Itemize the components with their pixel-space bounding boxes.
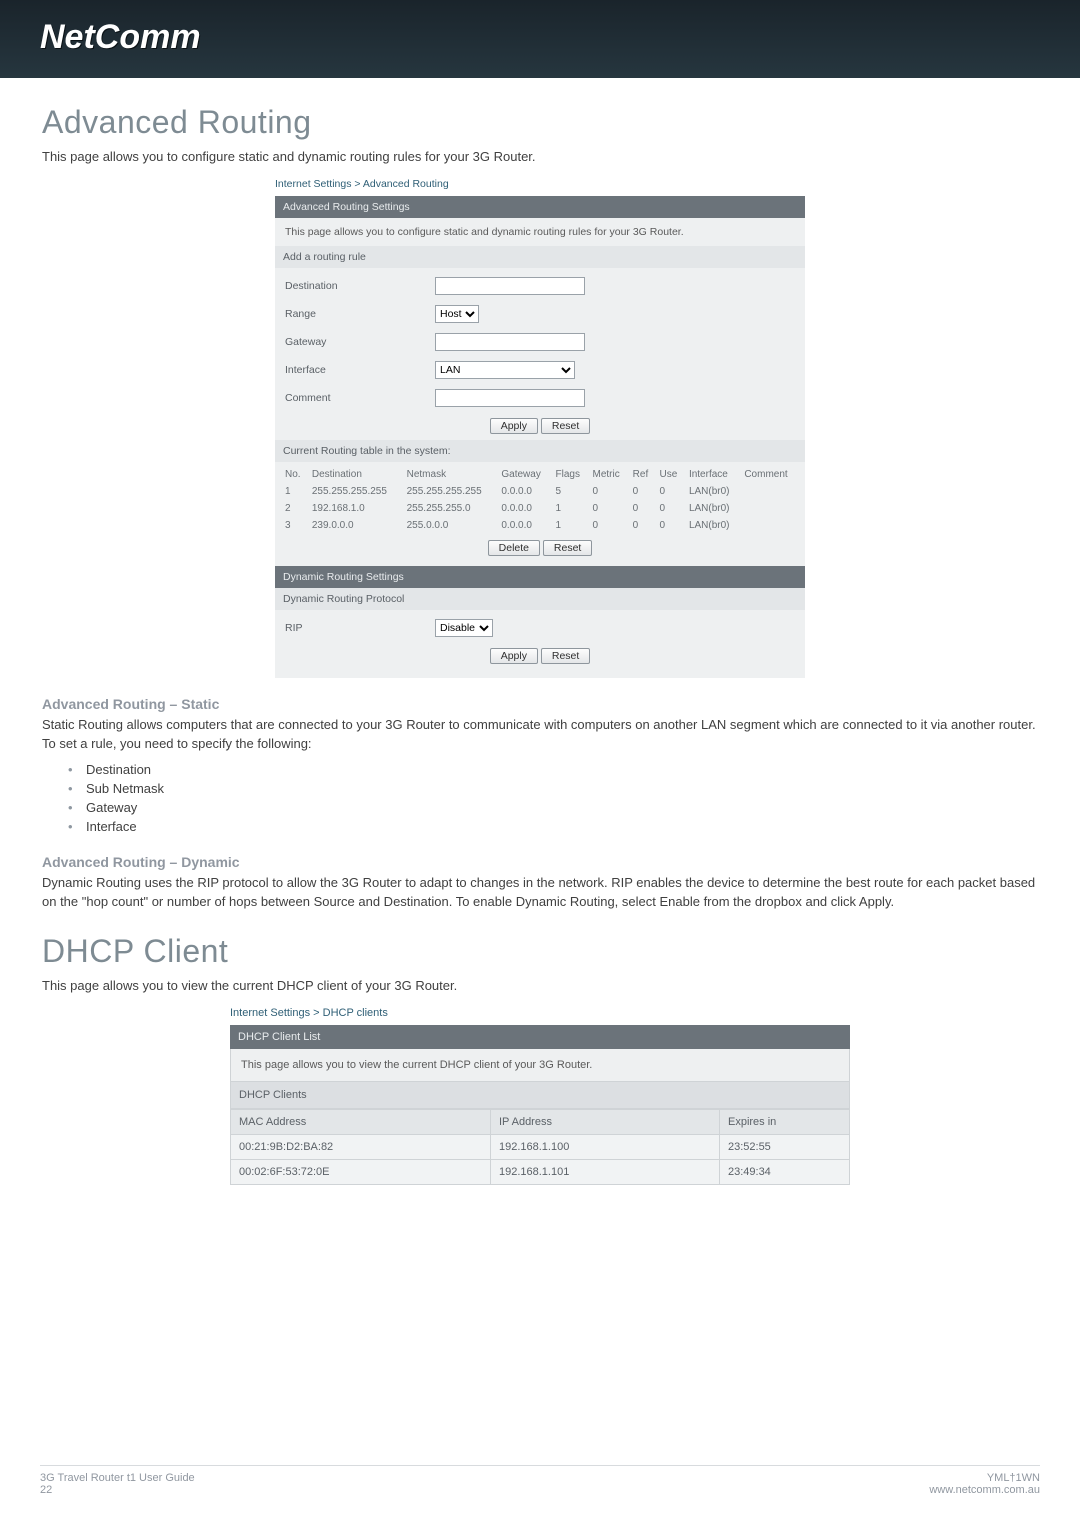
dynamic-protocol-label: Dynamic Routing Protocol: [275, 588, 805, 610]
table-row: 00:02:6F:53:72:0E 192.168.1.101 23:49:34: [231, 1160, 850, 1185]
brand-logo: NetComm: [40, 18, 1040, 57]
col-dest: Destination: [308, 466, 403, 483]
table-row: 3 239.0.0.0 255.0.0.0 0.0.0.0 1 0 0 0 LA…: [281, 517, 799, 534]
dhcp-bar: DHCP Client List: [230, 1025, 850, 1049]
comment-label: Comment: [285, 392, 435, 404]
col-no: No.: [281, 466, 308, 483]
add-rule-header: Add a routing rule: [275, 246, 805, 268]
table-row: 2 192.168.1.0 255.255.255.0 0.0.0.0 1 0 …: [281, 500, 799, 517]
apply-button[interactable]: Apply: [490, 418, 538, 434]
col-exp: Expires in: [719, 1110, 849, 1135]
col-gateway: Gateway: [497, 466, 551, 483]
reset-button-2[interactable]: Reset: [543, 540, 592, 556]
panel-description: This page allows you to configure static…: [275, 218, 805, 246]
col-netmask: Netmask: [403, 466, 498, 483]
list-item: Sub Netmask: [86, 779, 1038, 798]
breadcrumb: Internet Settings > Advanced Routing: [275, 178, 805, 190]
gateway-label: Gateway: [285, 336, 435, 348]
range-label: Range: [285, 308, 435, 320]
dynamic-routing-bar: Dynamic Routing Settings: [275, 566, 805, 588]
advanced-routing-intro: This page allows you to configure static…: [42, 149, 1038, 164]
delete-button[interactable]: Delete: [488, 540, 540, 556]
col-ref: Ref: [629, 466, 656, 483]
dynamic-body: Dynamic Routing uses the RIP protocol to…: [42, 874, 1038, 912]
routing-table: No. Destination Netmask Gateway Flags Me…: [281, 466, 799, 534]
apply-button-2[interactable]: Apply: [490, 648, 538, 664]
reset-button[interactable]: Reset: [541, 418, 590, 434]
footer-right-1: YML†1WN: [929, 1472, 1040, 1484]
dhcp-clients-header: DHCP Clients: [230, 1081, 850, 1109]
dhcp-title: DHCP Client: [42, 933, 1038, 970]
dynamic-heading: Advanced Routing – Dynamic: [42, 854, 1038, 870]
footer-right-2: www.netcomm.com.au: [929, 1484, 1040, 1496]
static-body: Static Routing allows computers that are…: [42, 716, 1038, 754]
rip-label: RIP: [285, 622, 435, 634]
col-ip: IP Address: [490, 1110, 719, 1135]
col-metric: Metric: [588, 466, 628, 483]
advanced-routing-title: Advanced Routing: [42, 104, 1038, 141]
panel-title-bar: Advanced Routing Settings: [275, 196, 805, 218]
range-select[interactable]: Host: [435, 305, 479, 323]
dhcp-table: MAC Address IP Address Expires in 00:21:…: [230, 1109, 850, 1185]
dhcp-intro: This page allows you to view the current…: [42, 978, 1038, 993]
footer-left-2: 22: [40, 1484, 195, 1496]
advanced-routing-panel: Internet Settings > Advanced Routing Adv…: [275, 178, 805, 678]
destination-label: Destination: [285, 280, 435, 292]
list-item: Interface: [86, 817, 1038, 836]
reset-button-3[interactable]: Reset: [541, 648, 590, 664]
list-item: Destination: [86, 760, 1038, 779]
col-mac: MAC Address: [231, 1110, 491, 1135]
dhcp-panel: Internet Settings > DHCP clients DHCP Cl…: [230, 1007, 850, 1185]
dhcp-breadcrumb: Internet Settings > DHCP clients: [230, 1007, 850, 1019]
footer: 3G Travel Router t1 User Guide 22 YML†1W…: [40, 1465, 1040, 1508]
col-iface: Interface: [685, 466, 740, 483]
rip-select[interactable]: Disable: [435, 619, 493, 637]
brand-bar: NetComm: [0, 0, 1080, 78]
comment-input[interactable]: [435, 389, 585, 407]
interface-label: Interface: [285, 364, 435, 376]
table-row: 1 255.255.255.255 255.255.255.255 0.0.0.…: [281, 483, 799, 500]
routing-table-header: Current Routing table in the system:: [275, 440, 805, 462]
destination-input[interactable]: [435, 277, 585, 295]
static-heading: Advanced Routing – Static: [42, 696, 1038, 712]
footer-left-1: 3G Travel Router t1 User Guide: [40, 1472, 195, 1484]
col-flags: Flags: [551, 466, 588, 483]
interface-select[interactable]: LAN: [435, 361, 575, 379]
col-comment: Comment: [740, 466, 799, 483]
dhcp-desc: This page allows you to view the current…: [230, 1049, 850, 1081]
col-use: Use: [656, 466, 685, 483]
list-item: Gateway: [86, 798, 1038, 817]
table-row: 00:21:9B:D2:BA:82 192.168.1.100 23:52:55: [231, 1135, 850, 1160]
gateway-input[interactable]: [435, 333, 585, 351]
static-list: Destination Sub Netmask Gateway Interfac…: [42, 760, 1038, 836]
